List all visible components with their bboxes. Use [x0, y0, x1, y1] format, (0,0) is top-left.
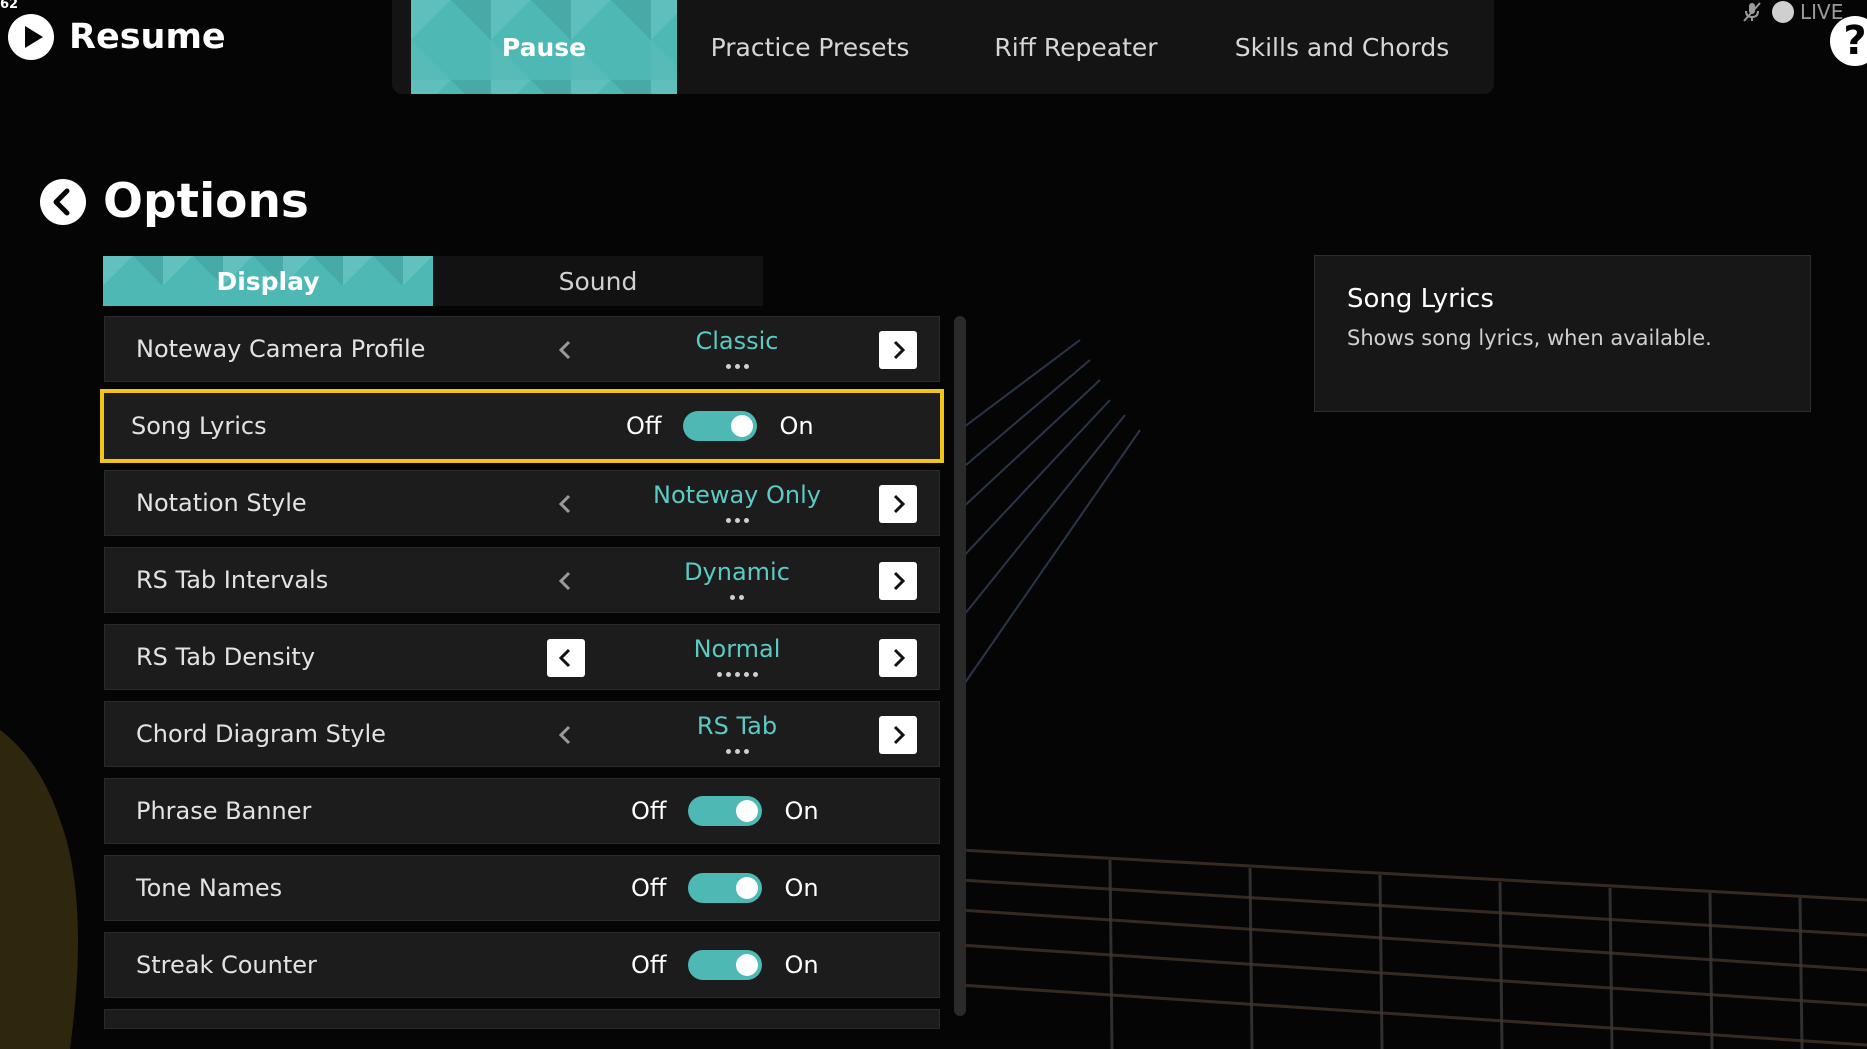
tab-display[interactable]: Display [103, 256, 433, 306]
setting-value: Dynamic [684, 558, 790, 586]
setting-label: Notation Style [136, 489, 307, 517]
toggle-off-label: Off [631, 951, 667, 979]
mic-muted-icon [1743, 2, 1761, 22]
description-text: Shows song lyrics, when available. [1347, 326, 1712, 350]
live-status: LIVE [1740, 0, 1843, 24]
setting-label: Phrase Banner [136, 797, 312, 825]
setting-label: RS Tab Density [136, 643, 316, 671]
setting-label: Chord Diagram Style [136, 720, 386, 748]
previous-option-button[interactable] [547, 716, 585, 754]
play-icon [8, 14, 54, 60]
lyrics-toggle-group: Off On [626, 393, 814, 459]
next-option-button[interactable] [879, 716, 917, 754]
chevron-left-icon [558, 648, 571, 668]
chevron-right-icon [893, 648, 906, 668]
live-dot-icon [1772, 1, 1794, 23]
phrase-banner-toggle[interactable] [688, 796, 763, 826]
setting-phrase-banner[interactable]: Phrase Banner Off On [104, 778, 940, 844]
previous-option-button[interactable] [547, 485, 585, 523]
setting-label: RS Tab Intervals [136, 566, 329, 594]
next-option-button[interactable] [879, 485, 917, 523]
setting-song-lyrics[interactable]: Song Lyrics Off On [100, 389, 944, 463]
chevron-left-icon [558, 340, 571, 360]
setting-notation-style[interactable]: Notation Style Noteway Only [104, 470, 940, 536]
chevron-right-icon [893, 494, 906, 514]
toggle-knob [736, 954, 759, 976]
chevron-left-icon [558, 571, 571, 591]
options-tabs: Display Sound [103, 256, 763, 306]
toggle-off-label: Off [626, 412, 662, 440]
previous-option-button[interactable] [547, 331, 585, 369]
toggle-knob [736, 800, 759, 822]
setting-streak-counter[interactable]: Streak Counter Off On [104, 932, 940, 998]
setting-rs-tab-intervals[interactable]: RS Tab Intervals Dynamic [104, 547, 940, 613]
description-title: Song Lyrics [1347, 284, 1494, 314]
tab-pause[interactable]: Pause [411, 0, 677, 94]
tone-names-toggle-group: Off On [631, 856, 819, 920]
song-lyrics-toggle[interactable] [683, 411, 758, 441]
phrase-banner-toggle-group: Off On [631, 779, 819, 843]
chevron-right-icon [893, 571, 906, 591]
toggle-off-label: Off [631, 874, 667, 902]
resume-label: Resume [69, 17, 226, 57]
toggle-knob [731, 415, 754, 437]
next-option-button[interactable] [879, 331, 917, 369]
setting-row-partial [104, 1009, 940, 1029]
tab-riff-repeater[interactable]: Riff Repeater [943, 0, 1209, 94]
setting-tone-names[interactable]: Tone Names Off On [104, 855, 940, 921]
options-header: Options [39, 174, 309, 229]
previous-option-button[interactable] [547, 639, 585, 677]
back-icon[interactable] [39, 178, 87, 226]
previous-option-button[interactable] [547, 562, 585, 600]
toggle-on-label: On [784, 797, 819, 825]
streak-counter-toggle[interactable] [688, 950, 763, 980]
chevron-right-icon [893, 340, 906, 360]
option-dots [635, 746, 839, 754]
setting-label: Streak Counter [136, 951, 317, 979]
setting-label: Song Lyrics [131, 412, 267, 440]
setting-value: Classic [695, 327, 779, 355]
setting-value: Noteway Only [653, 481, 821, 509]
page-title: Options [103, 174, 309, 229]
option-dots [635, 592, 839, 600]
toggle-on-label: On [784, 951, 819, 979]
fps-counter: 62 [0, 0, 19, 12]
setting-value: RS Tab [696, 712, 778, 740]
option-dots [635, 669, 839, 677]
option-dots [635, 361, 839, 369]
tab-skills-and-chords[interactable]: Skills and Chords [1209, 0, 1475, 94]
next-option-button[interactable] [879, 562, 917, 600]
streak-counter-toggle-group: Off On [631, 933, 819, 997]
chevron-right-icon [893, 725, 906, 745]
tab-practice-presets[interactable]: Practice Presets [677, 0, 943, 94]
setting-noteway-camera-profile[interactable]: Noteway Camera Profile Classic [104, 316, 940, 382]
live-label: LIVE [1800, 0, 1844, 24]
setting-value: Normal [693, 635, 781, 663]
toggle-on-label: On [779, 412, 814, 440]
tone-names-toggle[interactable] [688, 873, 763, 903]
setting-label: Noteway Camera Profile [136, 335, 426, 363]
option-dots [635, 515, 839, 523]
chevron-left-icon [558, 725, 571, 745]
setting-rs-tab-density[interactable]: RS Tab Density Normal [104, 624, 940, 690]
setting-description-panel: Song Lyrics Shows song lyrics, when avai… [1314, 255, 1811, 412]
tab-sound[interactable]: Sound [433, 256, 763, 306]
next-option-button[interactable] [879, 639, 917, 677]
setting-chord-diagram-style[interactable]: Chord Diagram Style RS Tab [104, 701, 940, 767]
setting-label: Tone Names [136, 874, 283, 902]
chevron-left-icon [558, 494, 571, 514]
toggle-knob [736, 877, 759, 899]
toggle-on-label: On [784, 874, 819, 902]
settings-scrollbar[interactable] [954, 316, 966, 1016]
toggle-off-label: Off [631, 797, 667, 825]
resume-button[interactable]: Resume [7, 13, 226, 61]
top-nav: Pause Practice Presets Riff Repeater Ski… [392, 0, 1494, 94]
